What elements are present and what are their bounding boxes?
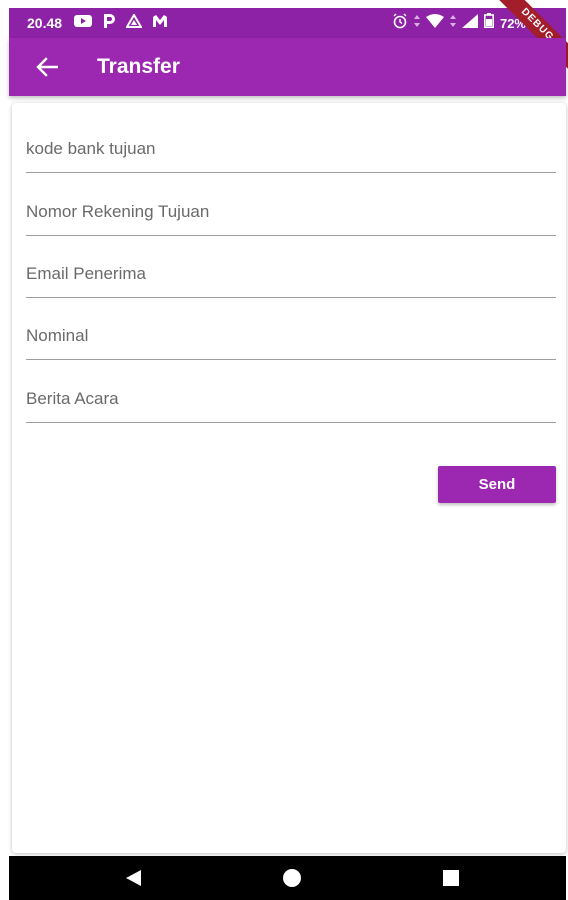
m-icon (152, 14, 168, 33)
recents-square-icon (443, 870, 459, 886)
status-icons-left (74, 12, 168, 34)
home-circle-icon (283, 869, 301, 887)
youtube-icon (74, 14, 93, 33)
app-screen: 20.48 72% DEBUG Transfer kode bank tujua… (0, 0, 568, 900)
nav-home-button[interactable] (280, 866, 304, 890)
signal-icon (461, 13, 478, 33)
note-input[interactable] (26, 375, 556, 422)
email-input[interactable] (26, 250, 556, 297)
page-title: Transfer (97, 55, 180, 78)
amount-input[interactable] (26, 312, 556, 359)
email-field (26, 250, 556, 298)
nav-back-button[interactable] (121, 866, 145, 890)
account-number-input[interactable] (26, 188, 556, 235)
back-triangle-icon (126, 870, 141, 886)
back-button[interactable] (27, 47, 67, 87)
p-icon (102, 13, 116, 34)
account-number-field (26, 188, 556, 236)
status-bar: 20.48 72% DEBUG (9, 0, 568, 71)
wifi-icon (425, 13, 444, 33)
app-bar: Transfer (9, 38, 566, 96)
data-arrows-icon-2 (449, 14, 456, 33)
status-time: 20.48 (27, 15, 63, 31)
transfer-form-card: Send (12, 103, 566, 853)
bank-code-field (26, 125, 556, 173)
bank-code-input[interactable] (26, 125, 556, 172)
amount-field (26, 312, 556, 360)
note-field (26, 375, 556, 423)
system-nav-bar (9, 856, 566, 900)
battery-icon (483, 13, 494, 33)
data-arrows-icon (413, 14, 420, 33)
nav-recents-button[interactable] (439, 866, 463, 890)
triangle-icon (125, 12, 143, 33)
alarm-icon (392, 13, 408, 34)
arrow-left-icon (36, 57, 58, 77)
send-button[interactable]: Send (438, 466, 556, 503)
status-icons-right: 72% (392, 8, 526, 38)
